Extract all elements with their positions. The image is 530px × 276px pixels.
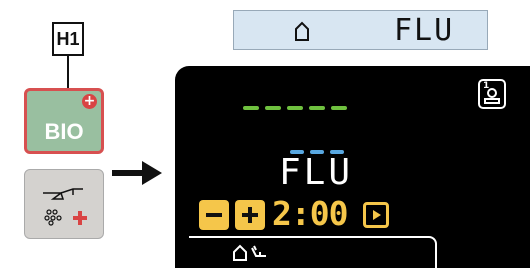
group-connector-line — [67, 56, 69, 90]
green-dash — [243, 106, 259, 110]
right-arrow-icon — [112, 161, 162, 185]
green-dash — [309, 106, 325, 110]
footer-tab-outline — [189, 236, 437, 276]
house-outline-icon — [295, 21, 309, 41]
plus-circle-icon: + — [82, 93, 97, 109]
plus-button[interactable] — [235, 200, 265, 230]
machine-display: 1 FLU 2:00 — [175, 66, 530, 276]
user-number: 1 — [483, 81, 490, 91]
time-value: 2:00 — [272, 194, 348, 233]
user-profile-button[interactable]: 1 — [478, 79, 506, 109]
mode-text: FLU — [394, 13, 455, 48]
cleaning-program-button[interactable] — [24, 169, 104, 239]
status-strip: FLU — [233, 10, 488, 50]
green-dash — [331, 106, 347, 110]
group-label: H1 — [52, 22, 84, 56]
minus-button[interactable] — [199, 200, 229, 230]
green-dash — [287, 106, 303, 110]
bio-program-button[interactable]: + BIO — [24, 88, 104, 154]
cleaning-plus-icon — [43, 188, 87, 226]
play-button[interactable] — [363, 202, 389, 228]
green-level-indicator — [243, 106, 347, 110]
home-and-rinse-icon — [233, 244, 266, 261]
bio-program-label: BIO — [44, 119, 84, 144]
green-dash — [265, 106, 281, 110]
program-text: FLU — [279, 152, 354, 193]
